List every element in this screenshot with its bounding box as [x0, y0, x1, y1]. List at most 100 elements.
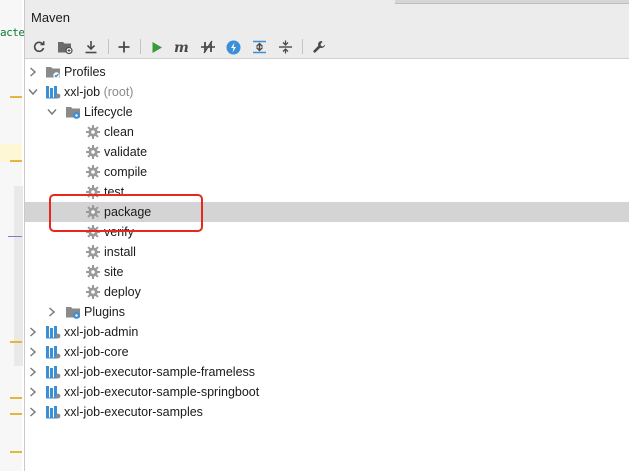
chevron-right-icon[interactable]: [27, 346, 39, 358]
tree-item-label: install: [104, 245, 136, 259]
tree-item-label: compile: [104, 165, 147, 179]
add-icon[interactable]: [115, 38, 133, 56]
editor-change-marker: [10, 96, 22, 98]
maven-module-icon: [45, 384, 61, 400]
tree-item-text: Profiles: [64, 65, 106, 79]
tree-item-text: Plugins: [84, 305, 125, 319]
chevron-down-icon[interactable]: [27, 86, 39, 98]
toolbar-separator: [108, 39, 109, 54]
tree-item-label: deploy: [104, 285, 141, 299]
svg-text:m: m: [174, 40, 189, 54]
tree-item-text: xxl-job-executor-samples: [64, 405, 203, 419]
maven-module-icon: [45, 404, 61, 420]
chevron-down-icon[interactable]: [46, 106, 58, 118]
maven-module-icon: [45, 364, 61, 380]
tree-item-label: xxl-job-admin: [64, 325, 138, 339]
editor-gutter-strip: acte: [0, 0, 25, 471]
tree-item-profiles[interactable]: Profiles: [25, 62, 629, 82]
tree-item-module-xxl-job-executor-sample-frameless[interactable]: xxl-job-executor-sample-frameless: [25, 362, 629, 382]
tree-item-text: deploy: [104, 285, 141, 299]
settings-icon[interactable]: [310, 38, 328, 56]
maven-tool-window: Maven m Profiles xxl-job (root) Lifecycl…: [25, 0, 629, 471]
execute-goal-icon[interactable]: m: [173, 38, 191, 56]
toggle-offline-icon[interactable]: [199, 38, 217, 56]
title-bar-strip: [395, 0, 629, 4]
tree-item-label: Lifecycle: [84, 105, 133, 119]
profiles-folder-icon: [45, 64, 61, 80]
chevron-right-icon[interactable]: [27, 66, 39, 78]
tree-item-label: xxl-job-executor-samples: [64, 405, 203, 419]
tree-item-text: xxl-job-executor-sample-springboot: [64, 385, 260, 399]
panel-title: Maven: [31, 10, 71, 25]
maven-title-bar: Maven: [25, 0, 629, 35]
gear-icon: [85, 264, 101, 280]
skip-tests-icon[interactable]: [224, 38, 242, 56]
gear-icon: [85, 164, 101, 180]
show-dependencies-icon[interactable]: [250, 38, 268, 56]
tree-item-text: Lifecycle: [84, 105, 133, 119]
tree-item-phase-install[interactable]: install: [25, 242, 629, 262]
maven-module-icon: [45, 344, 61, 360]
tree-item-module-xxl-job-core[interactable]: xxl-job-core: [25, 342, 629, 362]
editor-change-marker: [10, 160, 22, 162]
editor-change-marker: [10, 397, 22, 399]
editor-caret-line: [8, 236, 22, 237]
tree-item-label: clean: [104, 125, 134, 139]
gear-icon: [85, 124, 101, 140]
tree-item-phase-clean[interactable]: clean: [25, 122, 629, 142]
tree-item-label: xxl-job-core: [64, 345, 129, 359]
toolbar-separator: [302, 39, 303, 54]
tree-item-text: xxl-job-core: [64, 345, 129, 359]
collapse-all-icon[interactable]: [276, 38, 294, 56]
chevron-right-icon[interactable]: [27, 326, 39, 338]
tree-item-phase-compile[interactable]: compile: [25, 162, 629, 182]
generate-sources-icon[interactable]: [56, 38, 74, 56]
tree-item-root-project[interactable]: xxl-job (root): [25, 82, 629, 102]
chevron-right-icon[interactable]: [27, 386, 39, 398]
gear-icon: [85, 244, 101, 260]
tree-item-label: xxl-job-executor-sample-springboot: [64, 385, 259, 399]
annotation-highlight-box: [49, 194, 203, 232]
tree-item-text: xxl-job-admin: [64, 325, 139, 339]
reimport-icon[interactable]: [30, 38, 48, 56]
editor-change-marker: [10, 451, 22, 453]
tree-item-lifecycle[interactable]: Lifecycle: [25, 102, 629, 122]
tree-item-text: site: [104, 265, 124, 279]
gear-icon: [85, 284, 101, 300]
maven-toolbar: m: [25, 35, 629, 59]
chevron-right-icon[interactable]: [46, 306, 58, 318]
plugins-folder-icon: [65, 304, 81, 320]
tree-item-label: xxl-job-executor-sample-frameless: [64, 365, 255, 379]
chevron-right-icon[interactable]: [27, 366, 39, 378]
tree-item-module-xxl-job-admin[interactable]: xxl-job-admin: [25, 322, 629, 342]
tree-item-module-xxl-job-executor-sample-springboot[interactable]: xxl-job-executor-sample-springboot: [25, 382, 629, 402]
tree-item-phase-validate[interactable]: validate: [25, 142, 629, 162]
tree-item-phase-site[interactable]: site: [25, 262, 629, 282]
editor-scroll-region: [14, 186, 23, 366]
tree-item-text: xxl-job-executor-sample-frameless: [64, 365, 256, 379]
run-icon[interactable]: [148, 38, 166, 56]
editor-change-marker: [10, 413, 22, 415]
tree-item-label: xxl-job (root): [64, 85, 133, 99]
tree-item-module-xxl-job-executor-samples[interactable]: xxl-job-executor-samples: [25, 402, 629, 422]
maven-module-icon: [45, 324, 61, 340]
lifecycle-folder-icon: [65, 104, 81, 120]
tree-item-text: validate: [104, 145, 148, 159]
tree-item-text: install: [104, 245, 136, 259]
editor-change-marker: [10, 341, 22, 343]
toolbar-separator: [140, 39, 141, 54]
editor-code-fragment: acte: [0, 26, 25, 39]
chevron-right-icon[interactable]: [27, 406, 39, 418]
download-icon[interactable]: [82, 38, 100, 56]
tree-item-label: Profiles: [64, 65, 106, 79]
gear-icon: [85, 144, 101, 160]
tree-item-plugins[interactable]: Plugins: [25, 302, 629, 322]
root-suffix: (root): [103, 85, 134, 99]
tree-item-label: validate: [104, 145, 147, 159]
tree-item-text: xxl-job: [64, 85, 101, 99]
tree-item-label: Plugins: [84, 305, 125, 319]
tree-item-label: site: [104, 265, 123, 279]
tree-item-phase-deploy[interactable]: deploy: [25, 282, 629, 302]
tree-item-text: compile: [104, 165, 148, 179]
maven-module-icon: [45, 84, 61, 100]
